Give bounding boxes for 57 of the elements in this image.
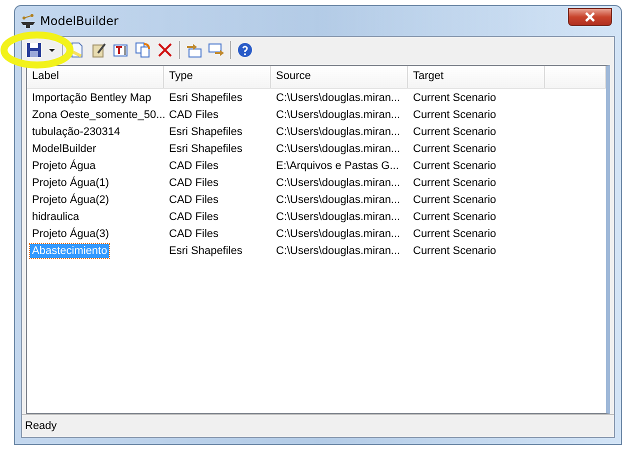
table-cell-text: E:\Arquivos e Pastas G... — [275, 160, 400, 172]
column-header[interactable]: Target — [408, 66, 545, 88]
table-cell-text: CAD Files — [168, 228, 220, 240]
table-cell-text: CAD Files — [168, 194, 220, 206]
column-header[interactable]: Type — [164, 66, 271, 88]
close-icon — [584, 12, 596, 22]
table-cell-text: Current Scenario — [412, 92, 498, 104]
save-icon[interactable] — [26, 42, 42, 58]
column-header[interactable]: Label — [27, 66, 164, 88]
table-cell-text: Esri Shapefiles — [168, 244, 244, 256]
table-cell-text: Current Scenario — [412, 126, 498, 138]
anvil-icon — [21, 14, 35, 28]
table-cell-text: Current Scenario — [412, 194, 498, 206]
table-cell-text: C:\Users\douglas.miran... — [275, 142, 402, 154]
table-cell-text: CAD Files — [168, 160, 220, 172]
export-icon[interactable] — [208, 42, 224, 58]
table-cell[interactable]: ModelBuilder — [30, 142, 98, 156]
table-cell-text: Esri Shapefiles — [168, 126, 244, 138]
table-cell-text: C:\Users\douglas.miran... — [275, 228, 402, 240]
column-header[interactable]: Source — [271, 66, 408, 88]
rename-icon[interactable] — [113, 42, 129, 58]
table-cell-text: Esri Shapefiles — [168, 92, 244, 104]
table-cell[interactable]: Importação Bentley Map — [30, 90, 154, 104]
table-cell-text: C:\Users\douglas.miran... — [275, 210, 402, 222]
table-cell-text: C:\Users\douglas.miran... — [275, 244, 402, 256]
table-cell-text: C:\Users\douglas.miran... — [275, 194, 402, 206]
table-cell-text: Current Scenario — [412, 108, 498, 120]
delete-icon[interactable] — [157, 42, 173, 58]
table-cell-text: CAD Files — [168, 210, 220, 222]
table-cell[interactable]: Projeto Água(1) — [30, 176, 112, 190]
table-cell-text: CAD Files — [168, 108, 220, 120]
new-document-icon[interactable] — [69, 42, 85, 58]
window-title: ModelBuilder — [40, 14, 118, 28]
table-cell-text: Esri Shapefiles — [168, 142, 244, 154]
table-cell-text: Current Scenario — [412, 244, 498, 256]
table-cell-text: C:\Users\douglas.miran... — [275, 92, 402, 104]
edit-document-icon[interactable] — [91, 42, 107, 58]
copy-icon[interactable] — [135, 42, 151, 58]
table-cell-text: Current Scenario — [412, 228, 498, 240]
table-cell-text: C:\Users\douglas.miran... — [275, 176, 402, 188]
table-cell-text: CAD Files — [168, 176, 220, 188]
help-icon[interactable] — [237, 42, 253, 58]
table-cell-text: C:\Users\douglas.miran... — [275, 126, 402, 138]
table-cell-text: Current Scenario — [412, 142, 498, 154]
table-cell[interactable]: tubulação-230314 — [30, 124, 122, 138]
table-cell[interactable]: Projeto Água — [30, 158, 98, 172]
import-icon[interactable] — [186, 42, 202, 58]
table-cell-text: C:\Users\douglas.miran... — [275, 108, 402, 120]
table-cell[interactable]: Projeto Água(2) — [30, 192, 112, 206]
table-cell[interactable]: Projeto Água(3) — [30, 226, 112, 240]
table-cell[interactable]: hidraulica — [30, 210, 82, 224]
table-cell-text: Current Scenario — [412, 176, 498, 188]
table-cell-text: Current Scenario — [412, 160, 498, 172]
status-text: Ready — [25, 420, 57, 432]
table-cell-text: Current Scenario — [412, 210, 498, 222]
close-button[interactable] — [568, 8, 612, 26]
table-cell[interactable]: Zona Oeste_somente_50... — [30, 108, 168, 122]
